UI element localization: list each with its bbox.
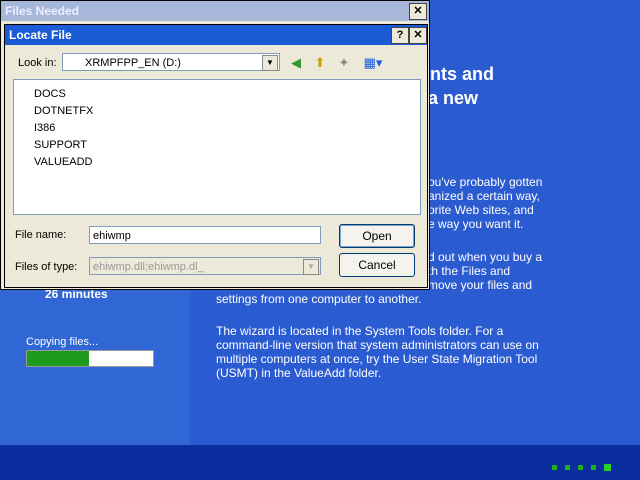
file-list[interactable]: DOCS DOTNETFX I386 SUPPORT VALUEADD <box>13 79 421 215</box>
setup-step-indicator <box>552 459 622 472</box>
view-menu-icon[interactable]: ▦▾ <box>361 54 385 72</box>
para-line: settings from one computer to another. <box>216 292 422 306</box>
file-name-label: File name: <box>15 229 67 241</box>
files-of-type-value: ehiwmp.dll;ehiwmp.dl_ <box>93 261 204 273</box>
step-dot <box>578 465 583 471</box>
files-needed-title: Files Needed <box>5 4 80 18</box>
files-needed-close-button[interactable]: ✕ <box>409 3 427 20</box>
para-line: (USMT) in the ValueAdd folder. <box>216 366 382 380</box>
para-line: anized a certain way, <box>428 189 540 203</box>
chevron-down-icon[interactable]: ▼ <box>262 55 278 71</box>
list-item[interactable]: I386 <box>34 122 55 134</box>
files-of-type-select[interactable]: ehiwmp.dll;ehiwmp.dl_ ▼ <box>89 257 321 275</box>
setup-paragraph-1: ou've probably gotten anized a certain w… <box>428 175 542 231</box>
look-in-label: Look in: <box>18 57 57 69</box>
copying-label: Copying files... <box>26 336 99 348</box>
help-button[interactable]: ? <box>391 27 409 44</box>
cancel-button[interactable]: Cancel <box>339 253 415 277</box>
locate-file-title: Locate File <box>9 28 72 42</box>
list-item[interactable]: SUPPORT <box>34 139 87 151</box>
para-line: ou've probably gotten <box>428 175 543 189</box>
up-folder-icon[interactable]: ⬆ <box>311 54 329 72</box>
copy-progress-fill <box>27 351 89 366</box>
step-dot <box>552 465 557 471</box>
para-line: e way you want it. <box>428 217 524 231</box>
setup-bottom-bar <box>0 445 640 480</box>
locate-file-dialog: Locate File ? ✕ Look in: XRMPFPP_EN (D:)… <box>4 24 428 288</box>
para-line: orite Web sites, and <box>428 203 534 217</box>
files-needed-titlebar[interactable]: Files Needed <box>1 1 429 21</box>
files-of-type-label: Files of type: <box>15 261 78 273</box>
copy-progress-bar <box>26 350 154 367</box>
list-item[interactable]: DOCS <box>34 88 66 100</box>
file-name-input[interactable]: ehiwmp <box>89 226 321 244</box>
chevron-down-icon[interactable]: ▼ <box>303 259 319 275</box>
new-folder-icon[interactable]: ✦ <box>335 54 353 72</box>
list-item[interactable]: DOTNETFX <box>34 105 93 117</box>
list-item[interactable]: VALUEADD <box>34 156 92 168</box>
para-line: command-line version that system adminis… <box>216 338 539 352</box>
step-dot-current <box>604 464 611 472</box>
back-icon[interactable]: ◀ <box>287 54 305 72</box>
look-in-value: XRMPFPP_EN (D:) <box>85 57 181 69</box>
locate-close-button[interactable]: ✕ <box>409 27 427 44</box>
setup-paragraph-3: The wizard is located in the System Tool… <box>216 324 539 380</box>
step-dot <box>565 465 570 471</box>
locate-file-titlebar[interactable]: Locate File <box>5 25 427 45</box>
step-dot <box>591 465 596 471</box>
para-line: The wizard is located in the System Tool… <box>216 324 504 338</box>
open-button[interactable]: Open <box>339 224 415 248</box>
look-in-dropdown[interactable]: XRMPFPP_EN (D:) ▼ <box>62 53 280 71</box>
para-line: multiple computers at once, try the User… <box>216 352 538 366</box>
